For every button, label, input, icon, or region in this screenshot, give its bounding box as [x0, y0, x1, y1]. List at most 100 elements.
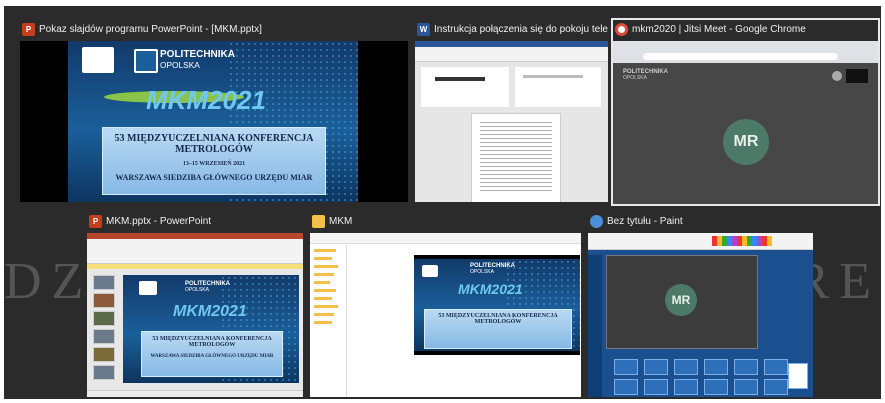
- pasted-meeting-screenshot: MR: [606, 255, 758, 349]
- conference-venue: WARSZAWA SIEDZIBA GŁÓWNEGO URZĘDU MIAR: [150, 354, 274, 359]
- window-word[interactable]: W Instrukcja połączenia się do pokoju te…: [415, 20, 608, 202]
- window-title: mkm2020 | Jitsi Meet - Google Chrome: [632, 24, 806, 35]
- nav-item[interactable]: [314, 289, 336, 292]
- self-view-thumbnail: [846, 69, 868, 83]
- taskbar-tile[interactable]: [674, 379, 698, 395]
- nav-item[interactable]: [314, 265, 338, 268]
- window-thumbnail: [415, 41, 608, 202]
- status-bar: [87, 390, 303, 397]
- window-powerpoint-slideshow[interactable]: P Pokaz slajdów programu PowerPoint - [M…: [20, 20, 408, 202]
- conference-logo: [422, 265, 438, 277]
- taskbar-tile[interactable]: [764, 379, 788, 395]
- participant-avatar: MR: [723, 119, 769, 165]
- folder-icon: [312, 215, 325, 228]
- conference-title-box: 53 MIĘDZYUCZELNIANA KONFERENCJA METROLOG…: [141, 331, 283, 377]
- politechnika-logo-text: POLITECHNIKA OPOLSKA: [470, 263, 515, 275]
- taskbar-tile[interactable]: [734, 359, 758, 375]
- conference-line1: 53 MIĘDZYUCZELNIANA KONFERENCJA: [114, 133, 314, 144]
- mkm-brand: MKM2021: [173, 303, 247, 320]
- nav-item[interactable]: [314, 313, 334, 316]
- paint-ribbon: [588, 233, 813, 250]
- word-icon: W: [417, 23, 430, 36]
- taskbar-tile[interactable]: [614, 379, 638, 395]
- taskbar-tile[interactable]: [764, 359, 788, 375]
- window-title: MKM.pptx - PowerPoint: [106, 216, 212, 227]
- politechnika-logo-text: POLITECHNIKA OPOLSKA: [160, 49, 235, 70]
- taskbar-tile[interactable]: [704, 379, 728, 395]
- slide-thumb-4[interactable]: [93, 329, 115, 344]
- window-header: W Instrukcja połączenia się do pokoju te…: [415, 20, 608, 40]
- taskbar-tile[interactable]: [734, 379, 758, 395]
- word-ribbon: [415, 47, 608, 62]
- window-header: Bez tytułu - Paint: [588, 212, 813, 232]
- window-header: P Pokaz slajdów programu PowerPoint - [M…: [20, 20, 408, 40]
- powerpoint-ribbon: [87, 239, 303, 264]
- logo-line2: OPOLSKA: [470, 269, 494, 275]
- window-chrome-jitsi[interactable]: mkm2020 | Jitsi Meet - Google Chrome POL…: [611, 18, 880, 206]
- jitsi-logo-line2: OPOLSKA: [623, 75, 647, 81]
- window-paint[interactable]: Bez tytułu - Paint MR: [588, 212, 813, 397]
- document-page-thumb-2: [515, 67, 601, 107]
- politechnika-logo-icon: [134, 49, 158, 73]
- nav-item[interactable]: [314, 305, 338, 308]
- window-thumbnail: MR: [588, 233, 813, 397]
- taskbar-tile[interactable]: [644, 379, 668, 395]
- mkm-brand: MKM2021: [458, 281, 523, 297]
- taskbar-tile[interactable]: [644, 359, 668, 375]
- notification-bar: [87, 264, 303, 269]
- slide-thumb-1[interactable]: [93, 275, 115, 290]
- jitsi-watermark-logo: POLITECHNIKA OPOLSKA: [623, 69, 668, 81]
- taskbar-tile[interactable]: [614, 359, 638, 375]
- slide-thumb-5[interactable]: [93, 347, 115, 362]
- document-text-lines: [480, 122, 552, 192]
- slide-thumb-2[interactable]: [93, 293, 115, 308]
- color-palette[interactable]: [712, 236, 772, 246]
- window-title: Instrukcja połączenia się do pokoju tele…: [434, 24, 608, 35]
- conference-logo: [139, 281, 157, 295]
- conference-dates: 13–15 WRZESIEŃ 2021: [182, 161, 246, 167]
- nav-item[interactable]: [314, 249, 336, 252]
- nav-item[interactable]: [314, 281, 330, 284]
- paint-icon: [590, 215, 603, 228]
- window-title: Bez tytułu - Paint: [607, 216, 683, 227]
- window-header: mkm2020 | Jitsi Meet - Google Chrome: [613, 20, 878, 40]
- navigation-pane: [310, 245, 347, 397]
- conference-title-box: 53 MIĘDZYUCZELNIANA KONFERENCJA METROLOG…: [424, 309, 572, 349]
- nav-item[interactable]: [314, 257, 332, 260]
- nav-item[interactable]: [314, 273, 334, 276]
- window-thumbnail: POLITECHNIKA OPOLSKA MR: [613, 41, 878, 204]
- logo-line2: OPOLSKA: [185, 287, 209, 293]
- window-thumbnail: POLITECHNIKA OPOLSKA MKM2021 53 MIĘDZYUCZ…: [20, 41, 408, 202]
- nav-item[interactable]: [314, 297, 332, 300]
- participant-avatar: MR: [665, 284, 697, 316]
- slide-preview: POLITECHNIKA OPOLSKA MKM2021 53 MIĘDZYUCZ…: [414, 259, 580, 351]
- slide-preview: POLITECHNIKA OPOLSKA MKM2021 53 MIĘDZYUCZ…: [123, 275, 299, 383]
- window-header: P MKM.pptx - PowerPoint: [87, 212, 303, 232]
- taskbar-tile[interactable]: [704, 359, 728, 375]
- powerpoint-icon: P: [22, 23, 35, 36]
- taskbar-tile[interactable]: [674, 359, 698, 375]
- window-title: Pokaz slajdów programu PowerPoint - [MKM…: [39, 24, 262, 35]
- window-explorer[interactable]: MKM POLITECHNIKA OPOLSKA MKM2021 53 MIĘD…: [310, 212, 581, 397]
- window-powerpoint[interactable]: P MKM.pptx - PowerPoint POLITECHNIKA OPOL…: [87, 212, 303, 397]
- task-switcher: DZY RE P Pokaz slajdów programu PowerPoi…: [4, 6, 881, 399]
- page-line: [523, 75, 583, 78]
- logo-line1: POLITECHNIKA: [160, 49, 235, 60]
- nav-item[interactable]: [314, 321, 332, 324]
- slide-thumb-6[interactable]: [93, 365, 115, 380]
- explorer-ribbon: [310, 233, 581, 244]
- mkm-brand: MKM2021: [146, 85, 266, 115]
- conference-venue: WARSZAWA SIEDZIBA GŁÓWNEGO URZĘDU MIAR: [115, 173, 313, 182]
- logo-line2: OPOLSKA: [160, 60, 200, 70]
- participant-avatar-small: [832, 71, 842, 81]
- slide-thumb-3[interactable]: [93, 311, 115, 326]
- document-page: [471, 113, 561, 202]
- address-bar: [643, 53, 838, 60]
- politechnika-logo-text: POLITECHNIKA OPOLSKA: [185, 281, 230, 293]
- window-thumbnail: POLITECHNIKA OPOLSKA MKM2021 53 MIĘDZYUCZ…: [310, 233, 581, 397]
- window-thumbnail: POLITECHNIKA OPOLSKA MKM2021 53 MIĘDZYUCZ…: [87, 233, 303, 397]
- desktop-icons-column: [588, 255, 602, 397]
- slide-preview-pane: POLITECHNIKA OPOLSKA MKM2021 53 MIĘDZYUCZ…: [414, 255, 580, 355]
- document-page-thumb-1: [421, 67, 509, 107]
- conference-line2: METROLOGÓW: [175, 144, 253, 155]
